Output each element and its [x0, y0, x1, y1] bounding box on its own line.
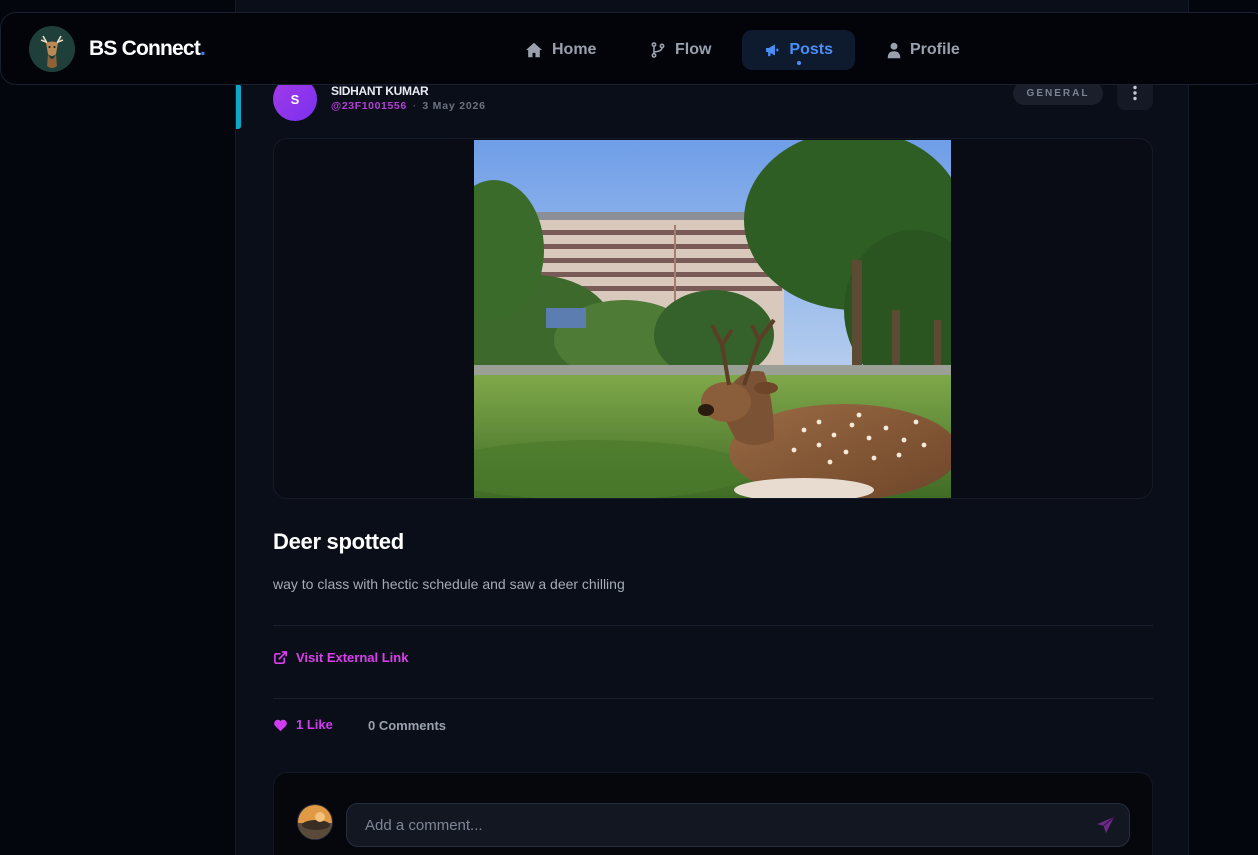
vertical-dots-icon — [1133, 85, 1137, 101]
post-date: 3 May 2026 — [422, 100, 486, 112]
comment-composer — [273, 772, 1153, 855]
post-card: S SIDHANT KUMAR @23F1001556 · 3 May 2026… — [235, 0, 1189, 855]
user-icon — [887, 42, 901, 58]
post-body: way to class with hectic schedule and sa… — [273, 576, 625, 592]
post-image[interactable] — [474, 140, 951, 498]
external-link-label: Visit External Link — [296, 650, 409, 665]
megaphone-icon — [766, 44, 779, 57]
nav-label-posts: Posts — [789, 41, 833, 58]
brand-title: BS Connect — [89, 37, 201, 60]
external-link[interactable]: Visit External Link — [273, 650, 408, 665]
post-meta: @23F1001556 · 3 May 2026 — [331, 100, 486, 112]
nav-item-home[interactable]: Home — [503, 30, 618, 70]
heart-icon — [274, 719, 287, 731]
like-button[interactable]: 1 Like — [273, 717, 333, 732]
brand-dot: . — [200, 37, 206, 60]
deer-logo-icon — [29, 26, 75, 72]
comments-count[interactable]: 0 Comments — [368, 718, 446, 733]
nav-item-profile[interactable]: Profile — [865, 30, 982, 70]
category-badge: GENERAL — [1013, 82, 1103, 105]
likes-count: 1 Like — [296, 717, 333, 732]
post-accent-bar — [236, 84, 241, 129]
send-icon — [1097, 816, 1115, 834]
divider — [273, 625, 1153, 626]
post-title: Deer spotted — [273, 529, 404, 554]
author-initial: S — [290, 91, 300, 107]
send-comment-button[interactable] — [1094, 814, 1118, 836]
brand-name[interactable]: BS Connect. — [89, 37, 206, 61]
comment-input[interactable] — [346, 803, 1130, 847]
post-media-frame — [273, 138, 1153, 499]
nav-label-home: Home — [552, 41, 597, 58]
git-branch-icon — [651, 42, 665, 58]
meta-separator: · — [412, 100, 417, 112]
active-indicator — [796, 61, 801, 65]
author-handle[interactable]: @23F1001556 — [331, 100, 407, 112]
nav-label-profile: Profile — [910, 41, 960, 58]
home-icon — [526, 42, 542, 58]
brand-logo[interactable] — [29, 26, 75, 72]
nav-item-posts[interactable]: Posts — [742, 30, 855, 70]
nav-item-flow[interactable]: Flow — [628, 30, 733, 70]
external-link-icon — [274, 651, 287, 664]
divider — [273, 698, 1153, 699]
commenter-avatar — [297, 804, 333, 840]
top-navbar: BS Connect. Home Flow Posts Profile — [0, 12, 1258, 85]
nav-label-flow: Flow — [675, 41, 712, 58]
author-name[interactable]: SIDHANT KUMAR — [331, 84, 429, 98]
